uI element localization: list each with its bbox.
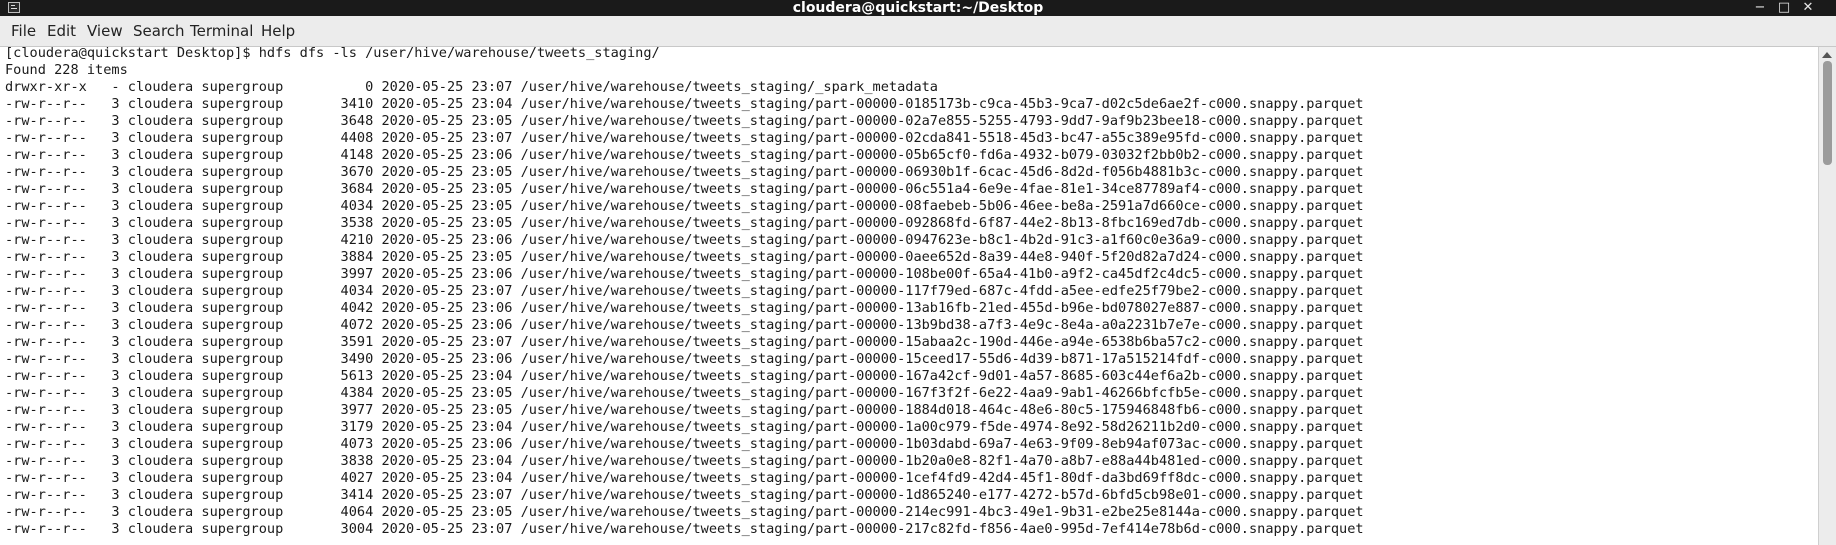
listing-row: drwxr-xr-x - cloudera supergroup 0 2020-… xyxy=(5,79,938,95)
listing-row: -rw-r--r-- 3 cloudera supergroup 3684 20… xyxy=(5,181,1364,197)
found-items-line: Found 228 items xyxy=(5,62,128,78)
listing-row: -rw-r--r-- 3 cloudera supergroup 4034 20… xyxy=(5,198,1364,214)
listing-row: -rw-r--r-- 3 cloudera supergroup 3591 20… xyxy=(5,334,1364,350)
listing-row: -rw-r--r-- 3 cloudera supergroup 4384 20… xyxy=(5,385,1364,401)
scrollbar-thumb[interactable] xyxy=(1823,61,1832,165)
listing-row: -rw-r--r-- 3 cloudera supergroup 3179 20… xyxy=(5,419,1364,435)
terminal-output[interactable]: [cloudera@quickstart Desktop]$ hdfs dfs … xyxy=(0,45,1818,545)
listing-row: -rw-r--r-- 3 cloudera supergroup 4027 20… xyxy=(5,470,1364,486)
listing-row: -rw-r--r-- 3 cloudera supergroup 3490 20… xyxy=(5,351,1364,367)
listing-row: -rw-r--r-- 3 cloudera supergroup 3004 20… xyxy=(5,521,1364,537)
menu-help[interactable]: Help xyxy=(261,16,295,46)
menu-view[interactable]: View xyxy=(87,16,123,46)
close-icon[interactable]: ✕ xyxy=(1799,0,1817,16)
listing-row: -rw-r--r-- 3 cloudera supergroup 3977 20… xyxy=(5,402,1364,418)
menu-bar: File Edit View Search Terminal Help xyxy=(0,16,1836,47)
listing-row: -rw-r--r-- 3 cloudera supergroup 3997 20… xyxy=(5,266,1364,282)
listing-row: -rw-r--r-- 3 cloudera supergroup 4042 20… xyxy=(5,300,1364,316)
menu-edit[interactable]: Edit xyxy=(47,16,76,46)
minimize-icon[interactable]: − xyxy=(1751,0,1769,16)
window-title: cloudera@quickstart:~/Desktop xyxy=(792,0,1044,16)
listing-row: -rw-r--r-- 3 cloudera supergroup 4072 20… xyxy=(5,317,1364,333)
listing-row: -rw-r--r-- 3 cloudera supergroup 4210 20… xyxy=(5,232,1364,248)
listing-row: -rw-r--r-- 3 cloudera supergroup 4034 20… xyxy=(5,283,1364,299)
listing-row: -rw-r--r-- 3 cloudera supergroup 3670 20… xyxy=(5,164,1364,180)
menu-terminal[interactable]: Terminal xyxy=(190,16,253,46)
listing-row: -rw-r--r-- 3 cloudera supergroup 4148 20… xyxy=(5,147,1364,163)
listing-row: -rw-r--r-- 3 cloudera supergroup 4073 20… xyxy=(5,436,1364,452)
listing-row: -rw-r--r-- 3 cloudera supergroup 3538 20… xyxy=(5,215,1364,231)
listing-row: -rw-r--r-- 3 cloudera supergroup 4408 20… xyxy=(5,130,1364,146)
maximize-icon[interactable]: □ xyxy=(1775,0,1793,16)
listing-row: -rw-r--r-- 3 cloudera supergroup 3838 20… xyxy=(5,453,1364,469)
listing-row: -rw-r--r-- 3 cloudera supergroup 3884 20… xyxy=(5,249,1364,265)
listing-row: -rw-r--r-- 3 cloudera supergroup 3410 20… xyxy=(5,96,1364,112)
listing-row: -rw-r--r-- 3 cloudera supergroup 3414 20… xyxy=(5,487,1364,503)
menu-file[interactable]: File xyxy=(11,16,36,46)
terminal-window: cloudera@quickstart:~/Desktop − □ ✕ File… xyxy=(0,0,1836,545)
scroll-up-arrow-icon[interactable] xyxy=(1822,52,1832,58)
vertical-scrollbar[interactable] xyxy=(1818,47,1836,545)
menu-search[interactable]: Search xyxy=(133,16,185,46)
title-bar[interactable]: cloudera@quickstart:~/Desktop − □ ✕ xyxy=(0,0,1836,16)
listing-row: -rw-r--r-- 3 cloudera supergroup 4064 20… xyxy=(5,504,1364,520)
listing-row: -rw-r--r-- 3 cloudera supergroup 3648 20… xyxy=(5,113,1364,129)
listing-row: -rw-r--r-- 3 cloudera supergroup 5613 20… xyxy=(5,368,1364,384)
command-line: [cloudera@quickstart Desktop]$ hdfs dfs … xyxy=(5,45,660,61)
